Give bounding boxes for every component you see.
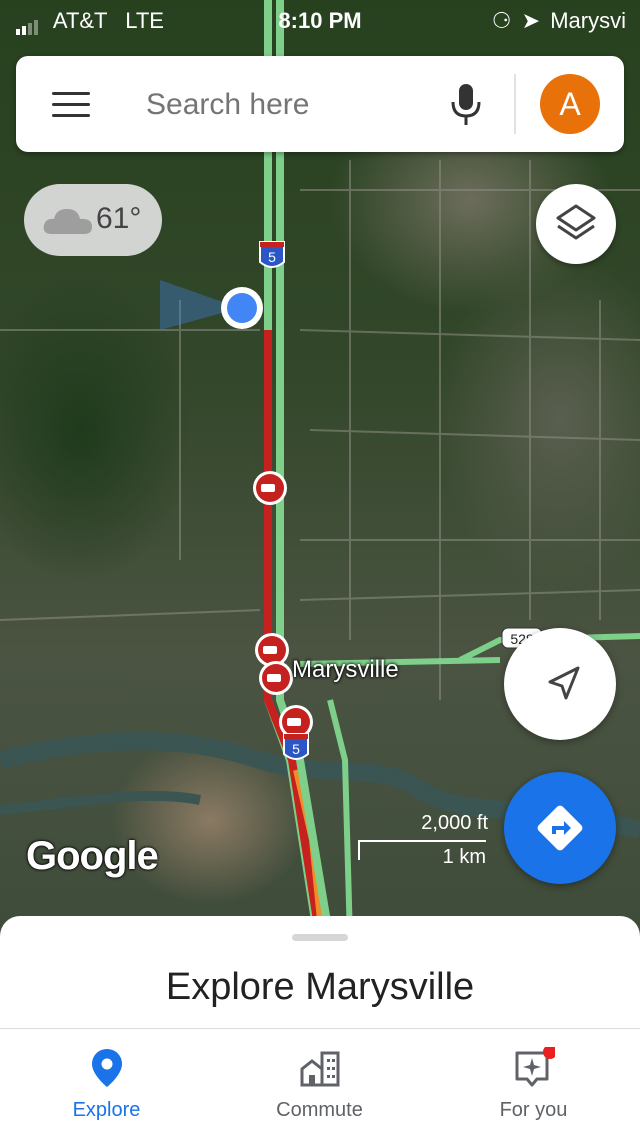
highway-ramp: [327, 699, 353, 940]
sparkle-icon: [515, 1047, 555, 1087]
tab-explore[interactable]: Explore: [0, 1029, 213, 1137]
drag-handle[interactable]: [292, 934, 348, 941]
location-dot: [227, 293, 257, 323]
interstate-shield: 5: [259, 241, 285, 268]
tab-label: For you: [499, 1099, 568, 1121]
scale-line: [358, 840, 486, 842]
scale-tick: [358, 840, 360, 860]
recenter-button[interactable]: [504, 628, 616, 740]
river-branch: [0, 790, 201, 815]
scale-metric: 1 km: [442, 846, 486, 868]
search-input[interactable]: [144, 82, 418, 128]
layers-button[interactable]: [536, 184, 616, 264]
svg-text:5: 5: [268, 249, 276, 265]
location-pin-icon: [92, 1049, 122, 1087]
map-scale: 2,000 ft 1 km: [356, 812, 490, 872]
layers-icon: [556, 204, 596, 240]
interstate-shield: 5: [283, 733, 309, 760]
scale-imperial: 2,000 ft: [421, 812, 488, 834]
cloud-icon: [43, 209, 92, 234]
tab-label: Commute: [276, 1099, 363, 1121]
location-arrow-icon: ➤: [521, 8, 541, 33]
svg-text:5: 5: [292, 741, 300, 757]
avatar[interactable]: A: [540, 74, 600, 134]
status-right-label: Marysvi: [550, 8, 626, 33]
rotation-lock-icon: ⚆: [491, 8, 512, 33]
incident-marker[interactable]: [259, 661, 293, 695]
sheet-title: Explore Marysville: [165, 966, 475, 1008]
microphone-icon[interactable]: [448, 82, 484, 128]
google-logo: Google: [26, 834, 159, 878]
city-label: Marysville: [292, 656, 399, 683]
notification-dot: [543, 1047, 555, 1059]
buildings-icon: [300, 1051, 340, 1087]
status-right: ⚆ ➤ Marysvi: [492, 8, 626, 34]
tab-bar: Explore Commute For you: [0, 1028, 640, 1137]
menu-icon[interactable]: [52, 92, 90, 118]
explore-sheet[interactable]: Explore Marysville: [0, 916, 640, 1028]
temperature: 61°: [96, 202, 142, 235]
directions-button[interactable]: [504, 772, 616, 884]
search-divider: [514, 74, 516, 134]
navigation-arrow-icon: [548, 666, 580, 700]
directions-icon: [537, 805, 583, 851]
status-bar: AT&T LTE 8:10 PM ⚆ ➤ Marysvi: [0, 0, 640, 40]
weather-chip[interactable]: 61°: [24, 184, 162, 256]
tab-commute[interactable]: Commute: [213, 1029, 426, 1137]
incident-marker[interactable]: [253, 471, 287, 505]
tab-label: Explore: [72, 1099, 141, 1121]
tab-for-you[interactable]: For you: [427, 1029, 640, 1137]
search-bar[interactable]: A: [16, 56, 624, 152]
